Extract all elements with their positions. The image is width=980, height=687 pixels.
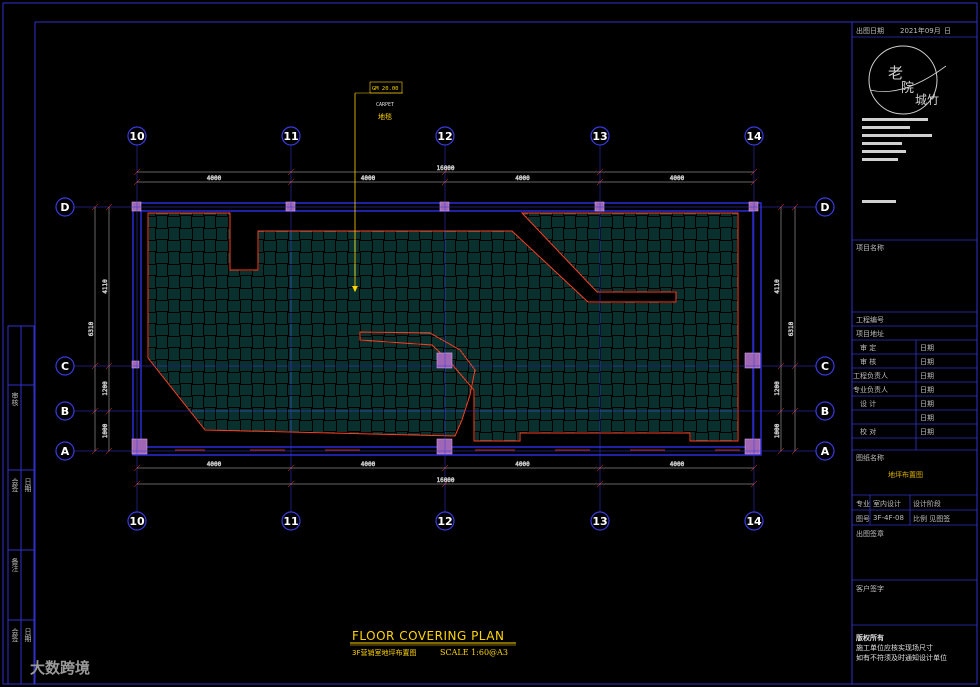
row-label: 专业负责人 — [853, 386, 888, 394]
row-sign: 日期 — [920, 358, 934, 366]
dim-segment-label: 4110 — [102, 279, 109, 294]
grid-row-label: B — [61, 405, 69, 418]
dim-segment-label: 4000 — [515, 461, 530, 468]
grid-col-label: 11 — [283, 515, 298, 528]
row-label: 审 核 — [860, 358, 877, 366]
dim-segment-label: 4000 — [670, 175, 685, 182]
row-label: 工程负责人 — [853, 372, 888, 380]
discipline: 室内设计 — [873, 500, 901, 508]
project-no-label: 工程编号 — [856, 316, 884, 324]
dim-segment-label: 1200 — [774, 381, 781, 396]
date-value: 2021年09月 — [900, 27, 941, 35]
dim-segment-label: 4110 — [774, 279, 781, 294]
dim-total-label: 16000 — [436, 165, 454, 172]
copyright-line: 版权所有 — [856, 634, 884, 642]
grid-row-label: C — [61, 360, 69, 373]
scale-label: 比例 见图签 — [913, 515, 951, 523]
grid-row-label: B — [821, 405, 829, 418]
copyright-line: 施工单位应核实现场尺寸 — [856, 644, 933, 652]
row-sign: 日期 — [920, 428, 934, 436]
grid-col-label: 12 — [437, 515, 452, 528]
tag-code: GM 20.00 — [372, 86, 399, 92]
date-suffix: 日 — [944, 27, 951, 35]
row-sign: 日期 — [920, 372, 934, 380]
plan-subtitle: 3F营销室地坪布置图 — [352, 648, 416, 657]
dim-segment-label: 1200 — [102, 381, 109, 396]
copyright-line: 如有不符须及时通知设计单位 — [856, 654, 947, 662]
grid-col-label: 10 — [129, 130, 145, 143]
left-strip-label: 日期 — [24, 628, 32, 642]
dim-segment-label: 4000 — [361, 461, 376, 468]
discipline-label: 专业 — [856, 500, 870, 508]
issue-label: 出图签章 — [856, 530, 884, 538]
dim-segment-label: 4000 — [670, 461, 685, 468]
drawing-name-label: 图纸名称 — [856, 454, 884, 462]
svg-text:城竹: 城竹 — [915, 93, 939, 107]
client-label: 客户签字 — [856, 585, 884, 593]
grid-col-label: 10 — [129, 515, 145, 528]
watermark: 大数跨境 — [30, 659, 91, 677]
grid-col-label: 13 — [592, 130, 607, 143]
tag-en: CARPET — [376, 102, 394, 108]
grid-row-label: A — [61, 445, 70, 458]
project-name-label: 项目名称 — [856, 244, 884, 252]
dim-segment-label: 4000 — [515, 175, 530, 182]
date-label: 出图日期 — [856, 27, 884, 35]
grid-col-label: 12 — [437, 130, 452, 143]
floor-plan-drawing: 10 10 11 11 12 12 13 13 14 14 D D C C B B A A 4000 4000 400… — [2, 2, 978, 685]
left-strip-label: 会签 — [11, 478, 19, 492]
dim-segment-label: 1000 — [102, 423, 109, 438]
project-location-label: 项目地址 — [856, 330, 884, 338]
row-sign: 日期 — [920, 414, 934, 422]
grid-row-label: C — [821, 360, 829, 373]
drawing-no: 3F-4F-08 — [873, 514, 904, 522]
plan-title-block: FLOOR COVERING PLAN 3F营销室地坪布置图 SCALE 1:6… — [350, 629, 516, 657]
company-logo: 老 院 城竹 — [868, 45, 947, 115]
svg-text:老: 老 — [888, 64, 903, 82]
drawing-no-label: 图号 — [856, 515, 870, 523]
left-strip-label: 日期 — [24, 478, 32, 492]
row-sign: 日期 — [920, 344, 934, 352]
left-strip-label: 审核 — [11, 392, 19, 406]
dim-segment-label: 4000 — [361, 175, 376, 182]
grid-col-label: 14 — [746, 515, 762, 528]
tag-cn: 地毯 — [378, 112, 392, 121]
grid-row-label: D — [820, 201, 829, 214]
stage: 设计阶段 — [913, 500, 941, 508]
redacted-text — [862, 118, 932, 203]
plan-scale: SCALE 1:60@A3 — [440, 648, 508, 657]
dim-segment-label: 1000 — [774, 423, 781, 438]
drawing-name: 地坪布置图 — [888, 471, 923, 479]
grid-col-label: 13 — [592, 515, 607, 528]
dim-total-label: 6310 — [788, 321, 795, 336]
dim-segment-label: 4000 — [207, 175, 222, 182]
grid-col-label: 11 — [283, 130, 298, 143]
svg-text:院: 院 — [901, 81, 914, 96]
row-label: 校 对 — [860, 428, 877, 436]
dim-segment-label: 4000 — [207, 461, 222, 468]
dim-total-label: 6310 — [88, 321, 95, 336]
carpet-area — [147, 212, 739, 442]
left-strip-label: 备注 — [11, 558, 19, 572]
grid-row-label: A — [821, 445, 830, 458]
row-label: 审 定 — [860, 344, 877, 352]
grid-row-label: D — [60, 201, 69, 214]
plan-title: FLOOR COVERING PLAN — [352, 629, 504, 643]
left-strip-label: 会签 — [11, 628, 19, 642]
row-sign: 日期 — [920, 386, 934, 394]
row-label: 设 计 — [860, 400, 877, 408]
dim-total-label: 16000 — [436, 477, 454, 484]
grid-col-label: 14 — [746, 130, 762, 143]
row-sign: 日期 — [920, 400, 934, 408]
